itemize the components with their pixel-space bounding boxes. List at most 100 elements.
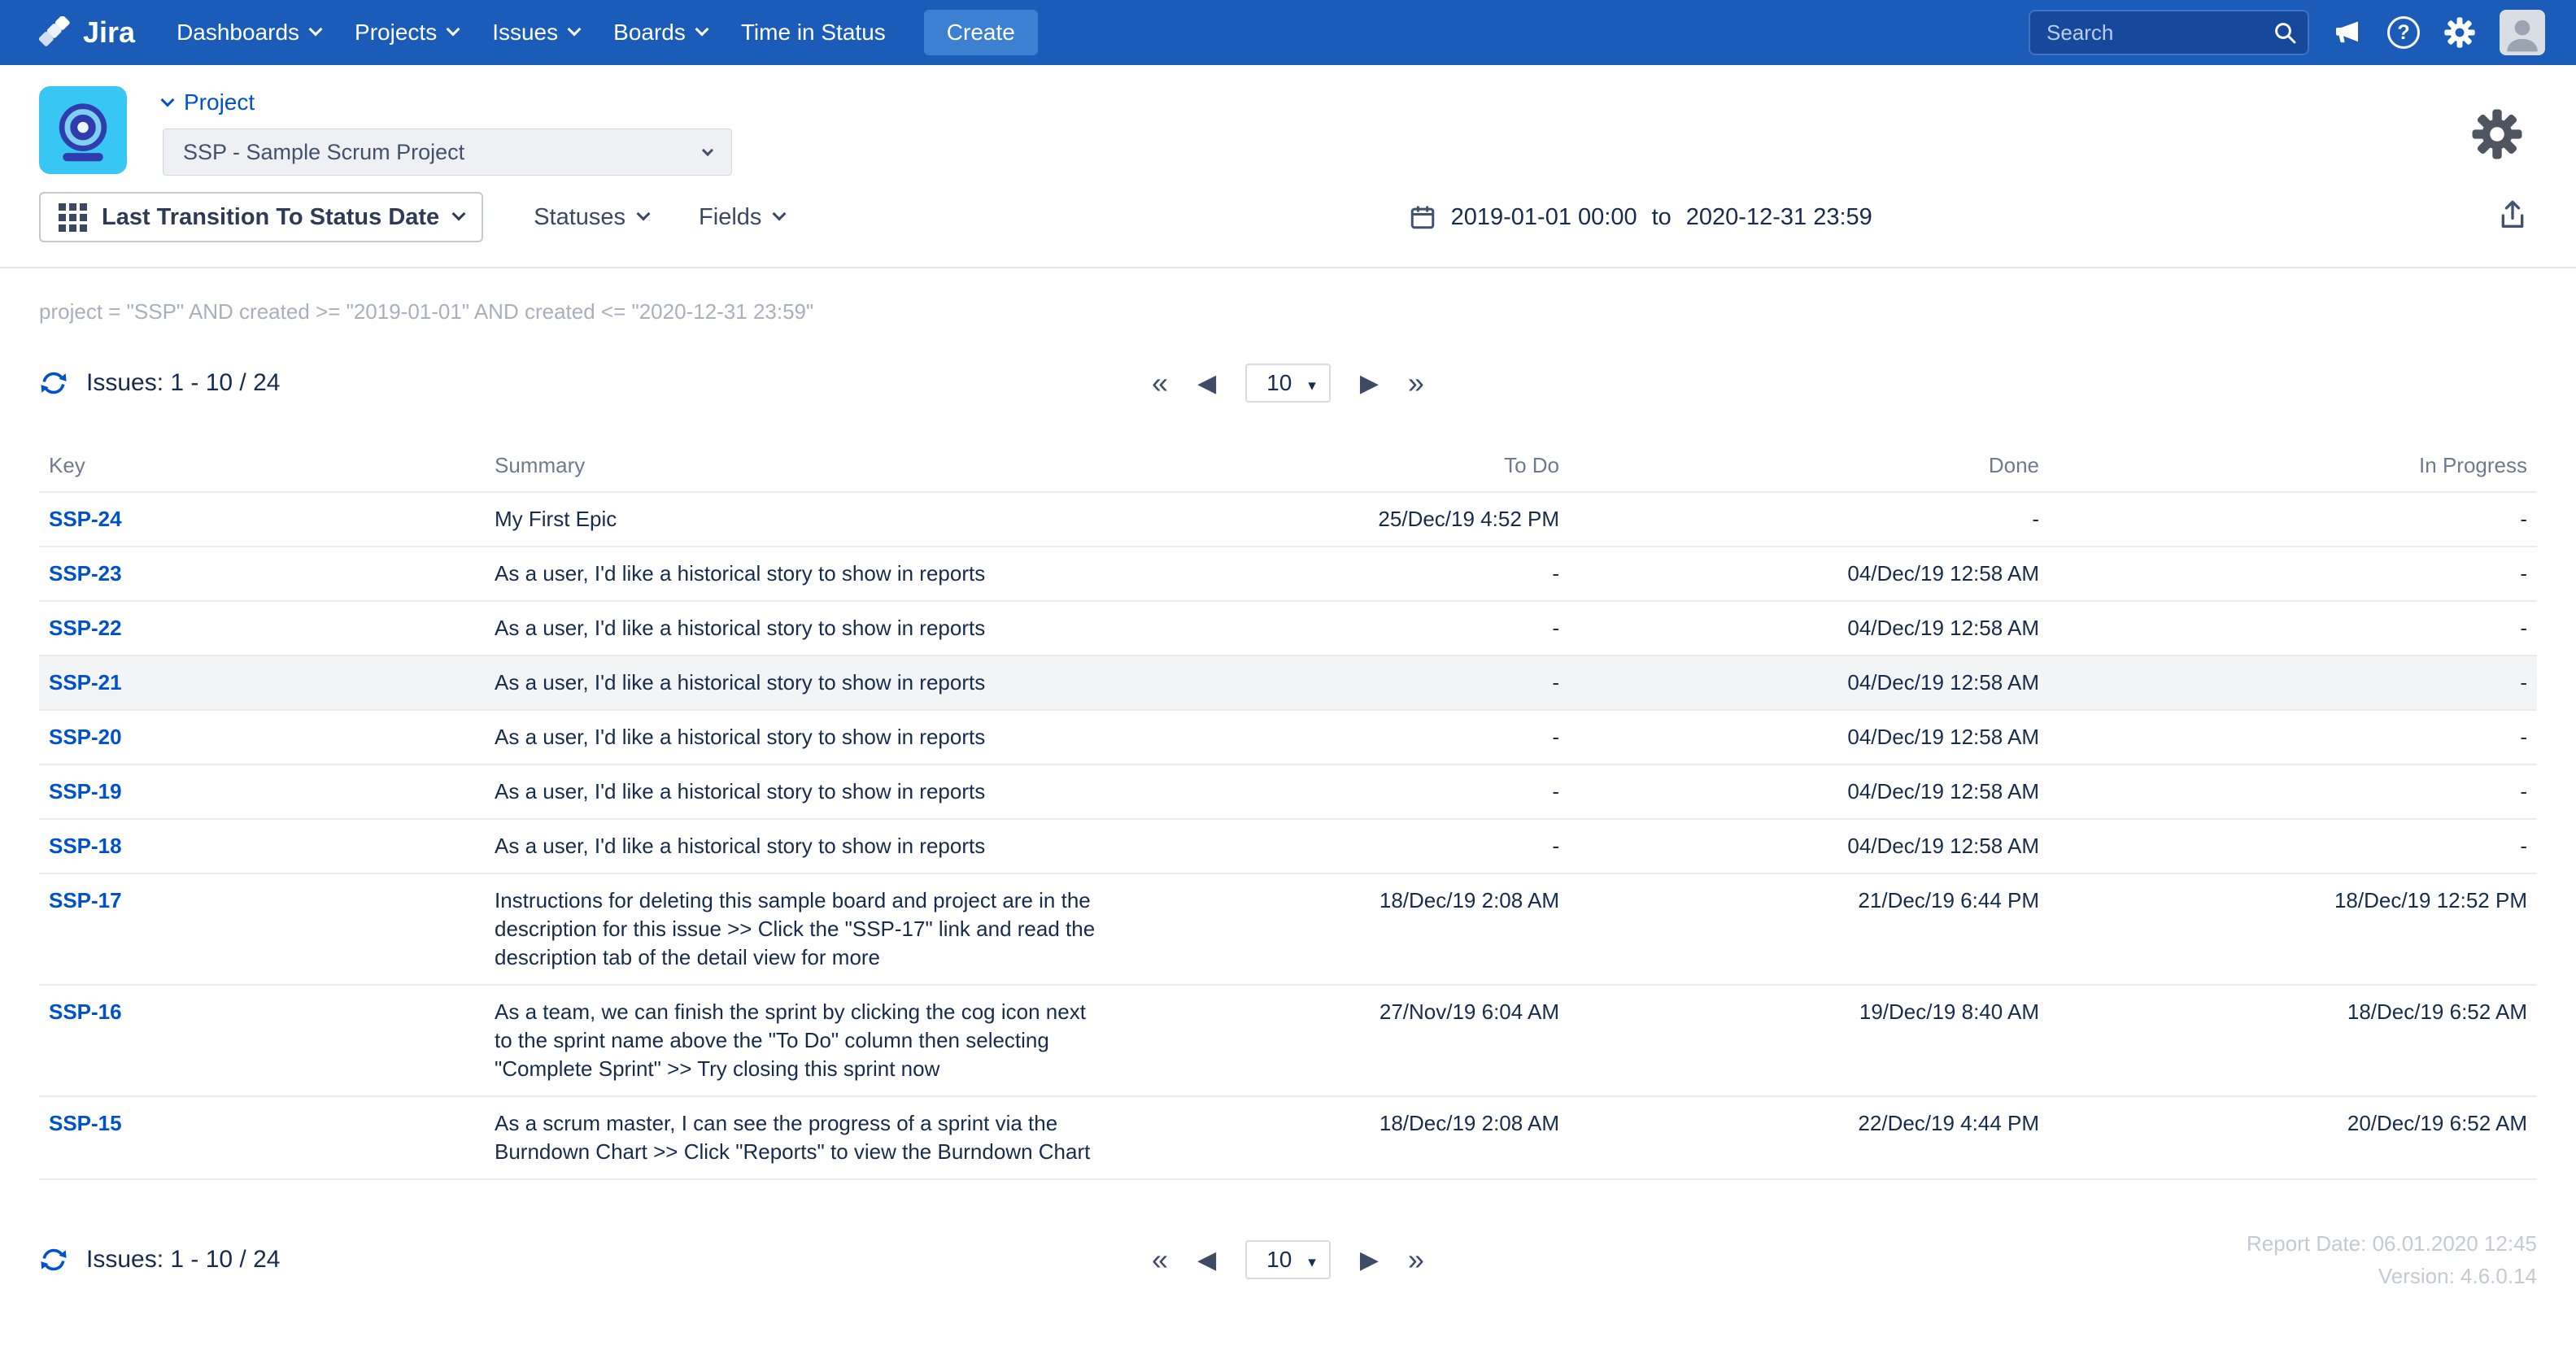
pagination-prev-button[interactable]: ◀ [1197,1246,1216,1274]
report-type-button[interactable]: Last Transition To Status Date [39,192,483,242]
chevron-down-icon [309,23,323,37]
fields-dropdown[interactable]: Fields [699,204,784,231]
done-cell: 04/Dec/19 12:58 AM [1569,764,2049,819]
caret-down-icon: ▾ [1308,1253,1316,1272]
user-avatar[interactable] [2500,10,2545,55]
refresh-icon[interactable] [39,368,68,398]
grid-icon [59,203,87,232]
column-header-summary: Summary [485,440,1114,492]
announcement-icon[interactable] [2334,18,2363,47]
report-toolbar: Last Transition To Status Date Statuses … [0,182,2576,267]
todo-cell: - [1114,819,1569,873]
issue-key-link[interactable]: SSP-19 [49,779,122,803]
nav-dashboards[interactable]: Dashboards [159,20,338,46]
inprogress-cell: - [2049,492,2537,547]
issue-key-link[interactable]: SSP-16 [49,999,122,1024]
pagination-next-button[interactable]: ▶ [1360,1246,1379,1274]
version-label: Version: 4.6.0.14 [2247,1260,2537,1292]
search-input[interactable] [2030,20,2308,46]
issue-key-link[interactable]: SSP-20 [49,725,122,749]
column-header-inprogress: In Progress [2049,440,2537,492]
chevron-down-icon [447,23,460,37]
pagination-first-button[interactable]: « [1152,366,1168,400]
top-navbar: Jira Dashboards Projects Issues Boards T… [0,0,2576,65]
chevron-down-icon [773,207,787,221]
inprogress-cell: 18/Dec/19 12:52 PM [2049,873,2537,985]
nav-issues[interactable]: Issues [475,20,596,46]
divider [0,267,2576,268]
nav-boards[interactable]: Boards [596,20,724,46]
issue-key-link[interactable]: SSP-18 [49,834,122,858]
settings-gear-icon[interactable] [2472,109,2522,163]
issue-key-link[interactable]: SSP-23 [49,561,122,586]
table-row: SSP-23 As a user, I'd like a historical … [39,547,2537,601]
nav-projects[interactable]: Projects [338,20,475,46]
jql-query-text: project = "SSP" AND created >= "2019-01-… [39,299,2537,324]
todo-cell: 18/Dec/19 2:08 AM [1114,873,1569,985]
issue-key-link[interactable]: SSP-24 [49,507,122,531]
table-row: SSP-21 As a user, I'd like a historical … [39,655,2537,710]
summary-cell: Instructions for deleting this sample bo… [485,873,1114,985]
pagination-first-button[interactable]: « [1152,1243,1168,1277]
summary-cell: As a user, I'd like a historical story t… [485,764,1114,819]
chevron-down-icon [702,145,713,156]
pagination-last-button[interactable]: » [1408,1243,1424,1277]
pagination-top: Issues: 1 - 10 / 24 « ◀ 10 ▾ ▶ » [39,364,2537,403]
chevron-down-icon [161,94,175,107]
table-row: SSP-19 As a user, I'd like a historical … [39,764,2537,819]
chevron-down-icon [637,207,651,221]
todo-cell: - [1114,547,1569,601]
main-nav: Dashboards Projects Issues Boards Time i… [159,20,903,46]
done-cell: 22/Dec/19 4:44 PM [1569,1096,2049,1179]
summary-cell: As a scrum master, I can see the progres… [485,1096,1114,1179]
table-row: SSP-16 As a team, we can finish the spri… [39,985,2537,1096]
chevron-down-icon [452,207,466,221]
summary-cell: As a team, we can finish the sprint by c… [485,985,1114,1096]
issue-key-link[interactable]: SSP-17 [49,888,122,912]
help-icon[interactable]: ? [2387,16,2420,49]
table-row: SSP-24 My First Epic 25/Dec/19 4:52 PM -… [39,492,2537,547]
inprogress-cell: - [2049,601,2537,655]
project-dropdown-toggle[interactable]: Project [163,89,732,115]
summary-cell: As a user, I'd like a historical story t… [485,547,1114,601]
search-box [2029,10,2309,55]
table-header-row: Key Summary To Do Done In Progress [39,440,2537,492]
project-header: Project SSP - Sample Scrum Project [0,65,2576,182]
project-select[interactable]: SSP - Sample Scrum Project [163,128,732,176]
nav-time-in-status[interactable]: Time in Status [724,20,903,46]
inprogress-cell: - [2049,764,2537,819]
export-icon[interactable] [2496,199,2529,236]
issue-key-link[interactable]: SSP-21 [49,670,122,695]
create-button[interactable]: Create [924,10,1038,55]
todo-cell: 27/Nov/19 6:04 AM [1114,985,1569,1096]
table-row: SSP-18 As a user, I'd like a historical … [39,819,2537,873]
chevron-down-icon [695,23,708,37]
issue-key-link[interactable]: SSP-22 [49,616,122,640]
gear-icon[interactable] [2444,17,2475,48]
pagination-bottom: Issues: 1 - 10 / 24 « ◀ 10 ▾ ▶ » Report … [39,1227,2537,1292]
done-cell: 04/Dec/19 12:58 AM [1569,710,2049,764]
statuses-dropdown[interactable]: Statuses [534,204,648,231]
inprogress-cell: 18/Dec/19 6:52 AM [2049,985,2537,1096]
column-header-done: Done [1569,440,2049,492]
pagination-next-button[interactable]: ▶ [1360,369,1379,398]
pagination-last-button[interactable]: » [1408,366,1424,400]
done-cell: 04/Dec/19 12:58 AM [1569,547,2049,601]
jira-logo-icon [39,16,72,49]
date-range-picker[interactable]: 2019-01-01 00:00 to 2020-12-31 23:59 [1409,203,1872,231]
date-to: 2020-12-31 23:59 [1686,204,1872,231]
done-cell: 19/Dec/19 8:40 AM [1569,985,2049,1096]
search-icon[interactable] [2272,20,2298,50]
page-size-select[interactable]: 10 ▾ [1245,1240,1331,1279]
pagination-prev-button[interactable]: ◀ [1197,369,1216,398]
todo-cell: - [1114,764,1569,819]
todo-cell: - [1114,601,1569,655]
jira-logo[interactable]: Jira [39,15,135,50]
date-to-word: to [1652,204,1672,231]
page-size-select[interactable]: 10 ▾ [1245,364,1331,403]
summary-cell: As a user, I'd like a historical story t… [485,655,1114,710]
refresh-icon[interactable] [39,1245,68,1274]
project-avatar [39,86,127,174]
issue-key-link[interactable]: SSP-15 [49,1111,122,1135]
summary-cell: As a user, I'd like a historical story t… [485,601,1114,655]
